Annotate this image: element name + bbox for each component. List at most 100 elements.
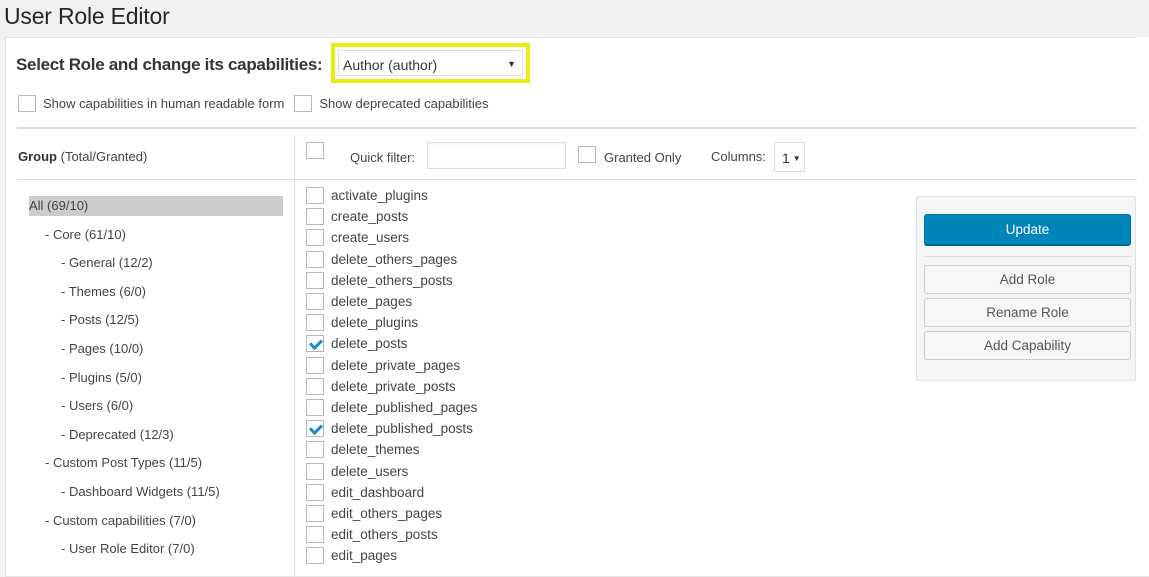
group-item[interactable]: - Custom Post Types (11/5): [29, 453, 283, 482]
group-column-header: Group (Total/Granted): [18, 149, 147, 164]
capability-checkbox[interactable]: [306, 208, 324, 226]
group-item-label: - General (12/2): [61, 255, 153, 271]
capability-checkbox[interactable]: [306, 441, 324, 459]
capability-row: delete_published_pages: [306, 397, 477, 418]
group-item[interactable]: - General (12/2): [29, 253, 283, 282]
capability-checkbox[interactable]: [306, 377, 324, 395]
capability-row: create_posts: [306, 206, 477, 227]
capability-checkbox[interactable]: [306, 526, 324, 544]
capability-checkbox[interactable]: [306, 398, 324, 416]
rename-role-button[interactable]: Rename Role: [924, 298, 1131, 327]
page-title: User Role Editor: [4, 3, 170, 29]
capability-checkbox[interactable]: [306, 314, 324, 332]
human-readable-checkbox[interactable]: [18, 95, 36, 112]
capability-checkbox[interactable]: [306, 187, 324, 205]
capability-label: delete_published_posts: [331, 421, 473, 437]
capability-row: edit_others_posts: [306, 524, 477, 545]
group-item-label: - User Role Editor (7/0): [61, 541, 195, 557]
capability-label: create_users: [331, 230, 410, 246]
column-divider: [294, 136, 295, 576]
group-item-label: - Users (6/0): [61, 398, 134, 414]
capability-checkbox[interactable]: [306, 335, 324, 353]
capabilities-toolbar: Quick filter: Granted Only Columns: 1 ▼: [306, 141, 826, 172]
role-select[interactable]: Author (author) ▼: [338, 50, 523, 76]
capability-row: create_users: [306, 227, 477, 248]
columns-select[interactable]: 1 ▼: [774, 142, 805, 172]
capability-checkbox[interactable]: [306, 293, 324, 311]
capability-row: delete_others_posts: [306, 270, 477, 291]
capability-label: delete_users: [331, 463, 409, 479]
group-item[interactable]: - Core (61/10): [29, 225, 283, 254]
divider: [924, 256, 1131, 257]
capability-label: delete_posts: [331, 336, 408, 352]
capability-label: edit_others_posts: [331, 527, 438, 543]
capability-row: delete_others_pages: [306, 249, 477, 270]
capability-row: delete_users: [306, 460, 477, 481]
capability-label: activate_plugins: [331, 188, 428, 204]
capability-checkbox[interactable]: [306, 483, 324, 501]
divider: [17, 127, 1137, 129]
capability-checkbox[interactable]: [306, 462, 324, 480]
group-item-label: - Pages (10/0): [61, 340, 144, 356]
capability-label: delete_private_pages: [331, 357, 461, 373]
group-item[interactable]: - Users (6/0): [29, 396, 283, 425]
capability-checkbox[interactable]: [306, 420, 324, 438]
select-all-checkbox[interactable]: [306, 142, 324, 159]
capability-row: delete_plugins: [306, 312, 477, 333]
group-item[interactable]: - Themes (6/0): [29, 282, 283, 311]
group-item[interactable]: All (69/10): [29, 196, 283, 225]
capability-label: delete_private_posts: [331, 378, 456, 394]
group-header-suffix: (Total/Granted): [57, 149, 148, 164]
role-select-value: Author (author): [343, 57, 438, 73]
capability-row: delete_published_posts: [306, 418, 477, 439]
group-header-bold: Group: [18, 149, 57, 164]
group-item[interactable]: - Dashboard Widgets (11/5): [29, 482, 283, 511]
capability-row: edit_others_pages: [306, 503, 477, 524]
capability-label: delete_published_pages: [331, 399, 478, 415]
group-item-label: - Themes (6/0): [61, 283, 147, 299]
dropdown-arrow-icon: ▼: [792, 154, 801, 163]
add-capability-button[interactable]: Add Capability: [924, 331, 1131, 360]
capability-row: delete_themes: [306, 439, 477, 460]
capability-checkbox[interactable]: [306, 229, 324, 247]
divider: [17, 179, 1137, 180]
group-item-label: All (69/10): [29, 196, 283, 216]
columns-value: 1: [782, 150, 790, 166]
capabilities-list: activate_plugins create_posts create_users…: [306, 185, 477, 566]
capability-checkbox[interactable]: [306, 547, 324, 565]
capability-checkbox[interactable]: [306, 271, 324, 289]
group-item[interactable]: - User Role Editor (7/0): [29, 539, 283, 568]
capability-row: delete_private_pages: [306, 355, 477, 376]
human-readable-label: Show capabilities in human readable form: [43, 96, 285, 111]
capability-checkbox[interactable]: [306, 356, 324, 374]
quick-filter-label: Quick filter:: [350, 150, 416, 165]
group-item-label: - Custom Post Types (11/5): [45, 455, 203, 471]
capability-label: delete_others_posts: [331, 272, 453, 288]
update-button[interactable]: Update: [924, 214, 1131, 246]
granted-only-checkbox[interactable]: [578, 146, 596, 163]
capability-checkbox[interactable]: [306, 504, 324, 522]
group-item-label: - Posts (12/5): [61, 312, 140, 328]
group-item[interactable]: - Custom capabilities (7/0): [29, 511, 283, 540]
capability-label: delete_others_pages: [331, 251, 458, 267]
group-item[interactable]: - Deprecated (12/3): [29, 425, 283, 454]
capability-row: edit_dashboard: [306, 482, 477, 503]
capability-row: delete_posts: [306, 333, 477, 354]
capability-row: delete_pages: [306, 291, 477, 312]
capability-label: edit_dashboard: [331, 484, 425, 500]
capability-checkbox[interactable]: [306, 250, 324, 268]
capability-row: delete_private_posts: [306, 376, 477, 397]
group-item[interactable]: - Plugins (5/0): [29, 368, 283, 397]
deprecated-label: Show deprecated capabilities: [319, 96, 489, 111]
deprecated-checkbox[interactable]: [294, 95, 313, 112]
actions-panel: Update Add Role Rename Role Add Capabili…: [916, 196, 1136, 381]
group-item[interactable]: - Posts (12/5): [29, 310, 283, 339]
group-tree: All (69/10) - Core (61/10) - General (12/2…: [29, 196, 283, 568]
group-item-label: - Core (61/10): [45, 226, 126, 242]
capability-label: edit_others_pages: [331, 505, 443, 521]
capability-label: delete_pages: [331, 294, 413, 310]
capability-label: edit_pages: [331, 548, 398, 564]
quick-filter-input[interactable]: [427, 142, 566, 169]
group-item[interactable]: - Pages (10/0): [29, 339, 283, 368]
add-role-button[interactable]: Add Role: [924, 265, 1131, 294]
